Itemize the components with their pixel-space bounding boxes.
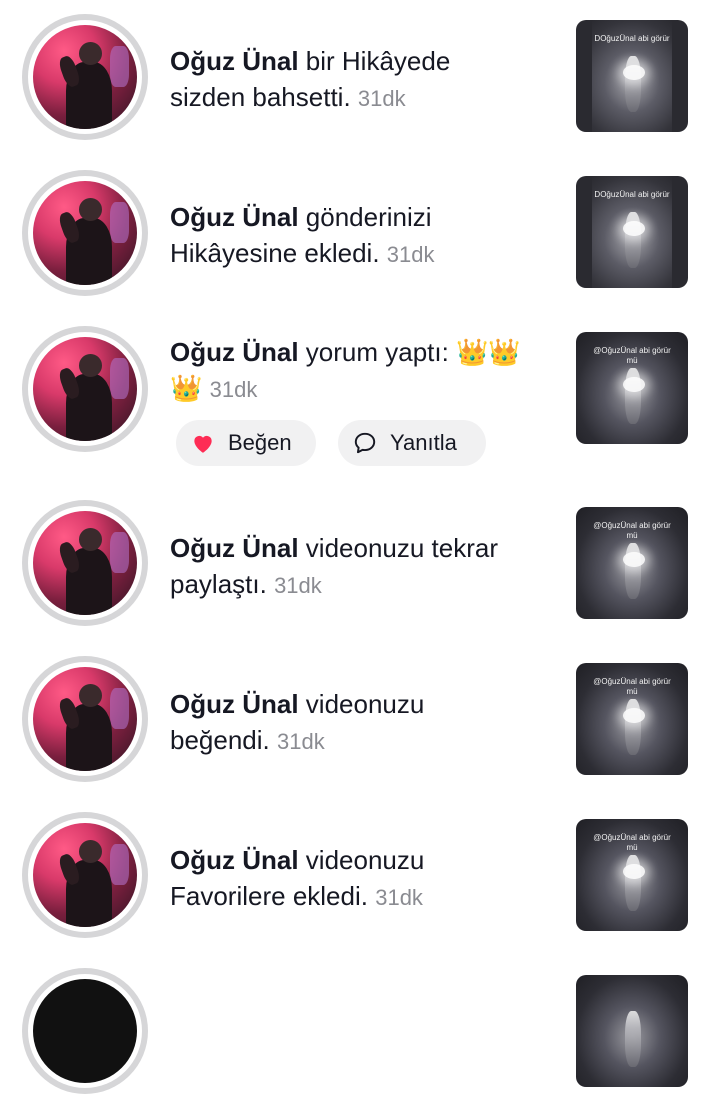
speech-bubble-icon [354, 432, 376, 454]
notification-text: Oğuz Ünal gönderinizi Hikâyesine ekledi.… [170, 202, 435, 268]
avatar[interactable] [22, 14, 148, 140]
timestamp: 31dk [277, 729, 325, 754]
avatar[interactable] [22, 656, 148, 782]
notification-text: Oğuz Ünal videonuzu Favorilere ekledi. 3… [170, 845, 425, 911]
timestamp: 31dk [209, 377, 258, 402]
notification-text: Oğuz Ünal videonuzu tekrar paylaştı. 31d… [170, 533, 499, 599]
like-button[interactable]: Beğen [176, 420, 316, 466]
video-thumbnail[interactable]: @OğuzÜnal abi görür mü [576, 507, 688, 619]
video-thumbnail[interactable]: @OğuzÜnal abi görür mü [576, 663, 688, 775]
notification-text: Oğuz Ünal yorum yaptı: 👑👑 👑 31dk [170, 337, 521, 403]
video-thumbnail[interactable]: @OğuzÜnal abi görür mü [576, 332, 688, 444]
video-thumbnail[interactable]: DOğuzÜnal abi görür [576, 176, 688, 288]
avatar[interactable] [22, 968, 148, 1094]
avatar[interactable] [22, 326, 148, 452]
reply-button[interactable]: Yanıtla [338, 420, 486, 466]
timestamp: 31dk [274, 573, 322, 598]
heart-icon [194, 435, 212, 453]
username[interactable]: Oğuz Ünal [170, 533, 299, 563]
username[interactable]: Oğuz Ünal [170, 46, 299, 76]
timestamp: 31dk [386, 242, 435, 267]
timestamp: 31dk [375, 885, 423, 910]
timestamp: 31dk [357, 86, 406, 111]
avatar[interactable] [22, 170, 148, 296]
username[interactable]: Oğuz Ünal [170, 337, 299, 367]
notification-text: Oğuz Ünal bir Hikâyede sizden bahsetti. … [170, 46, 451, 112]
username[interactable]: Oğuz Ünal [170, 202, 299, 232]
video-thumbnail[interactable]: DOğuzÜnal abi görür [576, 20, 688, 132]
video-thumbnail[interactable]: @OğuzÜnal abi görür mü [576, 819, 688, 931]
username[interactable]: Oğuz Ünal [170, 689, 299, 719]
notification-text: Oğuz Ünal videonuzu beğendi. 31dk [170, 689, 425, 755]
username[interactable]: Oğuz Ünal [170, 845, 299, 875]
avatar[interactable] [22, 500, 148, 626]
avatar[interactable] [22, 812, 148, 938]
